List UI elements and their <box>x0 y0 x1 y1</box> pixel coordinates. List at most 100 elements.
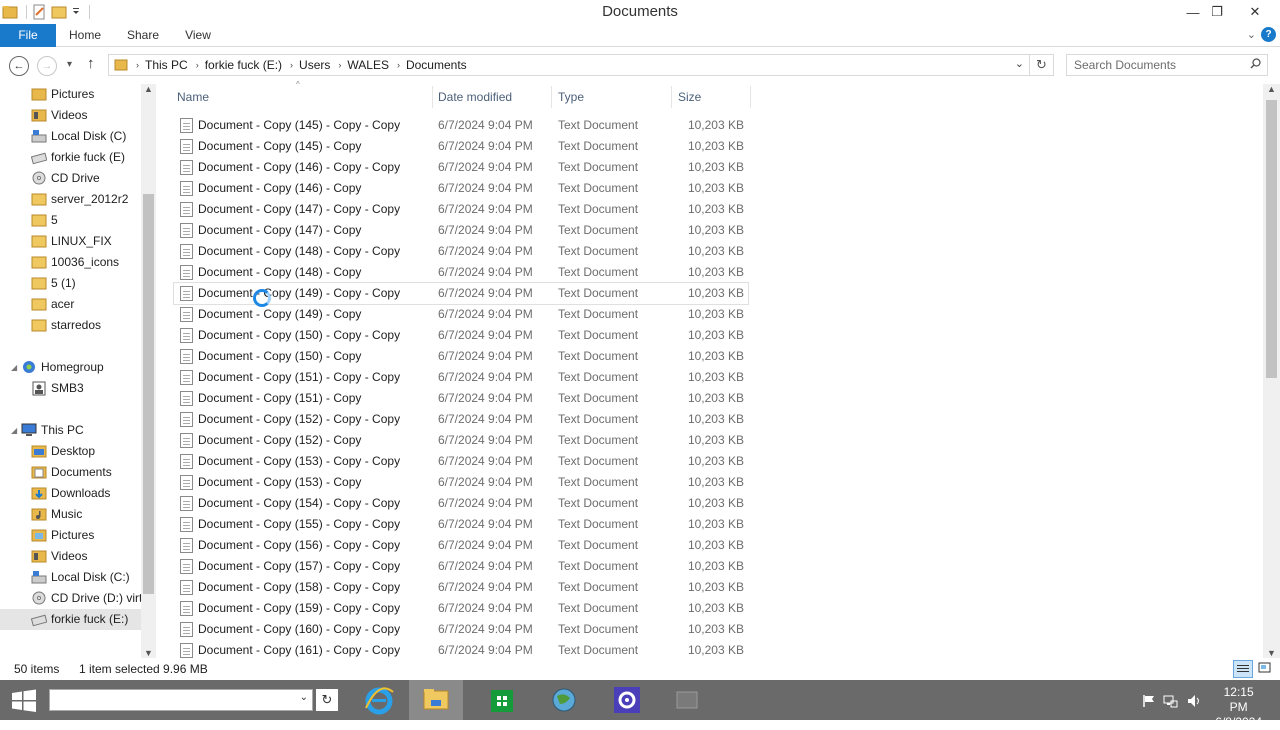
expand-arrow-icon[interactable]: ◢ <box>11 357 17 378</box>
chevron-down-icon[interactable]: ⌄ <box>300 692 308 703</box>
nav-scrollbar[interactable]: ▲ ▼ <box>141 84 156 658</box>
tab-view[interactable]: View <box>178 24 218 47</box>
help-icon[interactable]: ? <box>1261 27 1276 42</box>
internet-explorer-taskbar-button[interactable] <box>352 680 406 720</box>
forward-button[interactable]: → <box>37 56 57 76</box>
file-row[interactable]: Document - Copy (157) - Copy - Copy 6/7/2… <box>174 556 748 577</box>
nav-item-cd-drive-d[interactable]: CD Drive (D:) virt <box>32 588 142 609</box>
breadcrumb-wales[interactable]: WALES <box>347 58 389 72</box>
scroll-up-icon[interactable]: ▲ <box>1267 84 1276 94</box>
file-row[interactable]: Document - Copy (153) - Copy 6/7/2024 9:0… <box>174 472 748 493</box>
expand-ribbon-icon[interactable]: ⌄ <box>1247 28 1256 41</box>
nav-item-videos[interactable]: Videos <box>31 105 87 126</box>
network-globe-taskbar-button[interactable] <box>537 680 591 720</box>
column-divider[interactable] <box>671 86 672 108</box>
breadcrumb-users[interactable]: Users <box>299 58 330 72</box>
expand-arrow-icon[interactable]: ◢ <box>11 420 17 441</box>
chevron-right-icon[interactable]: › <box>136 60 139 70</box>
chevron-right-icon[interactable]: › <box>196 60 199 70</box>
scroll-down-icon[interactable]: ▼ <box>144 648 153 658</box>
nav-item-starredos[interactable]: starredos <box>31 315 101 336</box>
network-icon[interactable] <box>1162 693 1178 709</box>
recent-locations-icon[interactable]: ▾ <box>67 59 72 70</box>
file-row[interactable]: Document - Copy (153) - Copy - Copy 6/7/2… <box>174 451 748 472</box>
nav-item-10036-icons[interactable]: 10036_icons <box>31 252 119 273</box>
up-button[interactable]: ↑ <box>87 55 95 72</box>
file-row[interactable]: Document - Copy (151) - Copy 6/7/2024 9:0… <box>174 388 748 409</box>
nav-item-local-disk-c-pc[interactable]: Local Disk (C:) <box>31 567 130 588</box>
nav-item-5[interactable]: 5 <box>31 210 58 231</box>
scrollbar-thumb[interactable] <box>143 194 154 594</box>
breadcrumb-documents[interactable]: Documents <box>406 58 467 72</box>
refresh-button[interactable]: ↻ <box>1030 54 1054 76</box>
nav-item-videos-pc[interactable]: Videos <box>31 546 87 567</box>
nav-item-local-disk-c[interactable]: Local Disk (C) <box>31 126 126 147</box>
search-input[interactable]: Search Documents <box>1066 54 1268 76</box>
file-row[interactable]: Document - Copy (148) - Copy - Copy 6/7/2… <box>174 241 748 262</box>
tab-share[interactable]: Share <box>120 24 166 47</box>
file-row[interactable]: Document - Copy (146) - Copy - Copy 6/7/2… <box>174 157 748 178</box>
nav-item-cd-drive[interactable]: CD Drive <box>32 168 100 189</box>
chevron-down-icon[interactable]: ⌄ <box>1015 57 1024 70</box>
file-row[interactable]: Document - Copy (156) - Copy - Copy 6/7/2… <box>174 535 748 556</box>
file-row[interactable]: Document - Copy (155) - Copy - Copy 6/7/2… <box>174 514 748 535</box>
nav-item-homegroup[interactable]: ◢ Homegroup <box>11 357 104 378</box>
taskbar-address-input[interactable]: ⌄ <box>49 689 313 711</box>
store-taskbar-button[interactable] <box>475 680 529 720</box>
action-center-flag-icon[interactable] <box>1142 694 1156 708</box>
column-divider[interactable] <box>432 86 433 108</box>
file-explorer-taskbar-button[interactable] <box>409 680 463 720</box>
nav-item-forkie-e[interactable]: forkie fuck (E) <box>30 147 125 168</box>
file-row[interactable]: Document - Copy (152) - Copy 6/7/2024 9:0… <box>174 430 748 451</box>
column-divider[interactable] <box>551 86 552 108</box>
file-row[interactable]: Document - Copy (159) - Copy - Copy 6/7/2… <box>174 598 748 619</box>
nav-item-desktop[interactable]: Desktop <box>31 441 95 462</box>
large-icons-view-button[interactable] <box>1256 660 1276 678</box>
nav-item-this-pc[interactable]: ◢ This PC <box>11 420 84 441</box>
file-row[interactable]: Document - Copy (154) - Copy - Copy 6/7/2… <box>174 493 748 514</box>
chevron-right-icon[interactable]: › <box>290 60 293 70</box>
file-list-scrollbar[interactable]: ▲ ▼ <box>1263 84 1280 658</box>
nav-item-pictures-pc[interactable]: Pictures <box>31 525 94 546</box>
scrollbar-thumb[interactable] <box>1266 100 1277 378</box>
details-view-button[interactable] <box>1233 660 1253 678</box>
nav-item-linux-fix[interactable]: LINUX_FIX <box>31 231 112 252</box>
unknown-app-taskbar-button[interactable] <box>660 680 714 720</box>
file-row[interactable]: Document - Copy (145) - Copy - Copy 6/7/2… <box>174 115 748 136</box>
nav-item-acer[interactable]: acer <box>31 294 74 315</box>
chevron-right-icon[interactable]: › <box>338 60 341 70</box>
tab-home[interactable]: Home <box>62 24 108 47</box>
column-header-size[interactable]: Size <box>678 86 701 108</box>
nav-item-documents[interactable]: Documents <box>31 462 112 483</box>
file-row[interactable]: Document - Copy (148) - Copy 6/7/2024 9:0… <box>174 262 748 283</box>
file-row[interactable]: Document - Copy (152) - Copy - Copy 6/7/2… <box>174 409 748 430</box>
nav-item-server-2012r2[interactable]: server_2012r2 <box>31 189 128 210</box>
file-row[interactable]: Document - Copy (150) - Copy - Copy 6/7/2… <box>174 325 748 346</box>
system-clock[interactable]: 12:15 PM 6/8/2024 <box>1215 685 1262 730</box>
file-row[interactable]: Document - Copy (146) - Copy 6/7/2024 9:0… <box>174 178 748 199</box>
nav-item-pictures[interactable]: Pictures <box>31 84 94 105</box>
column-header-date[interactable]: Date modified <box>438 86 512 108</box>
back-button[interactable]: ← <box>9 56 29 76</box>
taskbar-refresh-button[interactable]: ↻ <box>316 689 338 711</box>
control-panel-taskbar-button[interactable] <box>600 680 654 720</box>
column-header-type[interactable]: Type <box>558 86 584 108</box>
file-row[interactable]: Document - Copy (150) - Copy 6/7/2024 9:0… <box>174 346 748 367</box>
breadcrumb-drive[interactable]: forkie fuck (E:) <box>205 58 282 72</box>
column-divider[interactable] <box>750 86 751 108</box>
tab-file[interactable]: File <box>0 24 56 47</box>
file-row[interactable]: Document - Copy (160) - Copy - Copy 6/7/2… <box>174 619 748 640</box>
nav-item-smb3[interactable]: SMB3 <box>32 378 84 399</box>
file-row[interactable]: Document - Copy (158) - Copy - Copy 6/7/2… <box>174 577 748 598</box>
breadcrumb-this-pc[interactable]: This PC <box>145 58 188 72</box>
file-row[interactable]: Document - Copy (145) - Copy 6/7/2024 9:0… <box>174 136 748 157</box>
nav-item-forkie-e-pc[interactable]: forkie fuck (E:) <box>0 609 141 630</box>
close-button[interactable]: ✕ <box>1238 0 1272 24</box>
nav-item-downloads[interactable]: Downloads <box>31 483 110 504</box>
scroll-up-icon[interactable]: ▲ <box>144 84 153 94</box>
maximize-button[interactable]: ❐ <box>1200 0 1234 24</box>
column-header-name[interactable]: Name <box>177 86 209 108</box>
address-bar[interactable]: › This PC › forkie fuck (E:) › Users › W… <box>108 54 1030 76</box>
nav-item-music[interactable]: Music <box>31 504 82 525</box>
file-row[interactable]: Document - Copy (147) - Copy 6/7/2024 9:0… <box>174 220 748 241</box>
